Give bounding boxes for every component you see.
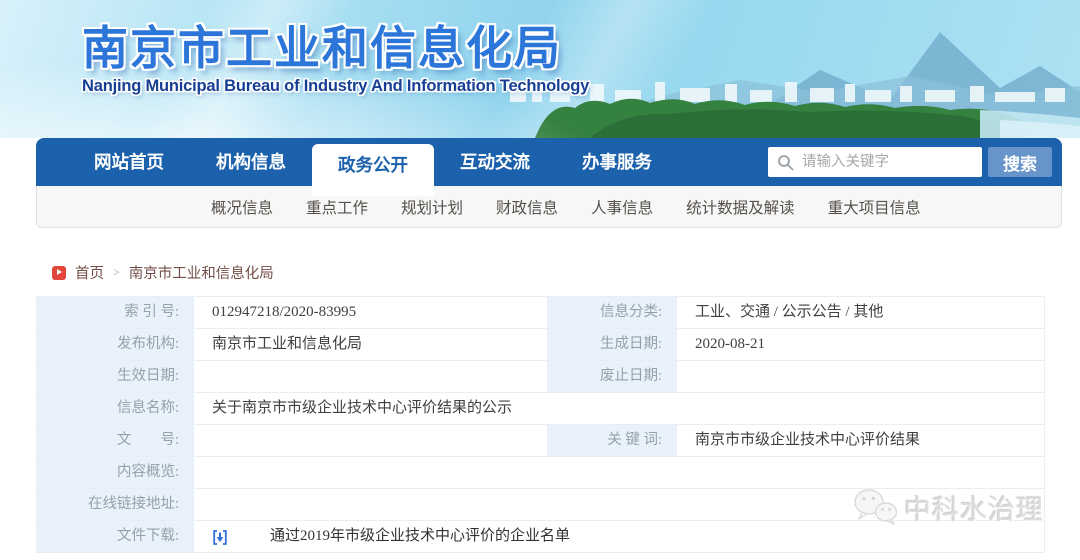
index-number-value: 012947218/2020-83995 xyxy=(194,297,548,329)
chevron-right-icon: > xyxy=(113,265,120,280)
home-play-icon xyxy=(52,266,66,280)
subnav-item-statistics[interactable]: 统计数据及解读 xyxy=(686,196,795,218)
nav-item-home[interactable]: 网站首页 xyxy=(68,138,190,186)
nav-item-services[interactable]: 办事服务 xyxy=(556,138,678,186)
effective-date-value xyxy=(194,361,548,393)
nav-item-org-info[interactable]: 机构信息 xyxy=(190,138,312,186)
info-category-value: 工业、交通 / 公示公告 / 其他 xyxy=(677,297,1045,329)
nav-item-interaction[interactable]: 互动交流 xyxy=(434,138,556,186)
content-summary-label: 内容概览: xyxy=(37,457,194,489)
breadcrumb: 首页 > 南京市工业和信息化局 xyxy=(52,262,274,283)
doc-number-label: 文 号: xyxy=(37,425,194,457)
subnav-item-planning[interactable]: 规划计划 xyxy=(401,196,463,218)
keywords-label: 关 键 词: xyxy=(548,425,677,457)
publisher-value: 南京市工业和信息化局 xyxy=(194,329,548,361)
site-banner: 南京市工业和信息化局 Nanjing Municipal Bureau of I… xyxy=(0,0,1080,138)
nav-item-gov-affairs-active[interactable]: 政务公开 xyxy=(312,144,434,196)
breadcrumb-home-link[interactable]: 首页 xyxy=(75,262,104,283)
search-box: 搜索 xyxy=(768,147,1052,177)
online-link-value xyxy=(194,489,1045,521)
search-input[interactable] xyxy=(802,147,977,177)
download-file-link[interactable]: 通过2019年市级企业技术中心评价的企业名单 xyxy=(270,521,570,552)
subnav-item-key-work[interactable]: 重点工作 xyxy=(306,196,368,218)
info-category-label: 信息分类: xyxy=(548,297,677,329)
expire-date-value xyxy=(677,361,1045,393)
subnav-item-finance[interactable]: 财政信息 xyxy=(496,196,558,218)
site-title: 南京市工业和信息化局 xyxy=(82,12,562,78)
subnav-item-overview[interactable]: 概况信息 xyxy=(211,196,273,218)
info-table: 索 引 号: 012947218/2020-83995 信息分类: 工业、交通 … xyxy=(36,296,1044,553)
expire-date-label: 废止日期: xyxy=(548,361,677,393)
doc-number-value xyxy=(194,425,548,457)
info-name-label: 信息名称: xyxy=(37,393,194,425)
content-summary-value xyxy=(194,457,1045,489)
main-navbar: 网站首页 机构信息 政务公开 互动交流 办事服务 搜索 xyxy=(36,138,1062,186)
subnav-item-personnel[interactable]: 人事信息 xyxy=(591,196,653,218)
info-name-value: 关于南京市市级企业技术中心评价结果的公示 xyxy=(194,393,1045,425)
publisher-label: 发布机构: xyxy=(37,329,194,361)
sub-navbar: 概况信息 重点工作 规划计划 财政信息 人事信息 统计数据及解读 重大项目信息 xyxy=(36,186,1062,228)
search-icon xyxy=(777,154,794,171)
index-number-label: 索 引 号: xyxy=(37,297,194,329)
page: 南京市工业和信息化局 Nanjing Municipal Bureau of I… xyxy=(0,0,1080,560)
search-button[interactable]: 搜索 xyxy=(988,147,1052,177)
online-link-label: 在线链接地址: xyxy=(37,489,194,521)
created-date-label: 生成日期: xyxy=(548,329,677,361)
effective-date-label: 生效日期: xyxy=(37,361,194,393)
site-subtitle-en: Nanjing Municipal Bureau of Industry And… xyxy=(82,77,589,96)
breadcrumb-current: 南京市工业和信息化局 xyxy=(129,262,274,283)
search-field xyxy=(768,147,982,177)
subnav-item-major-projects[interactable]: 重大项目信息 xyxy=(828,196,921,218)
file-download-cell: 通过2019年市级企业技术中心评价的企业名单 xyxy=(194,521,1045,553)
created-date-value: 2020-08-21 xyxy=(677,329,1045,361)
file-download-label: 文件下载: xyxy=(37,521,194,553)
keywords-value: 南京市市级企业技术中心评价结果 xyxy=(677,425,1045,457)
download-icon[interactable] xyxy=(212,529,228,546)
